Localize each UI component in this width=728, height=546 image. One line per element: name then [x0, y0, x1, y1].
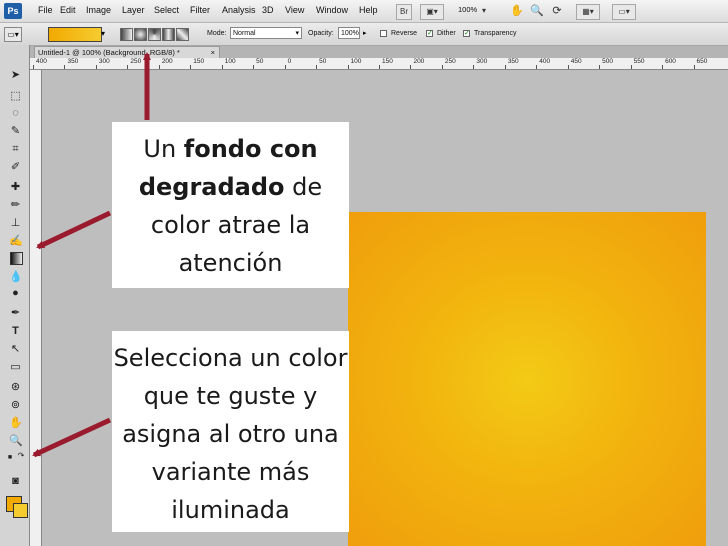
- arrow-to-color-swatches: [32, 417, 112, 458]
- annotation-arrows: [32, 52, 151, 458]
- arrow-to-gradient-tool: [36, 210, 112, 250]
